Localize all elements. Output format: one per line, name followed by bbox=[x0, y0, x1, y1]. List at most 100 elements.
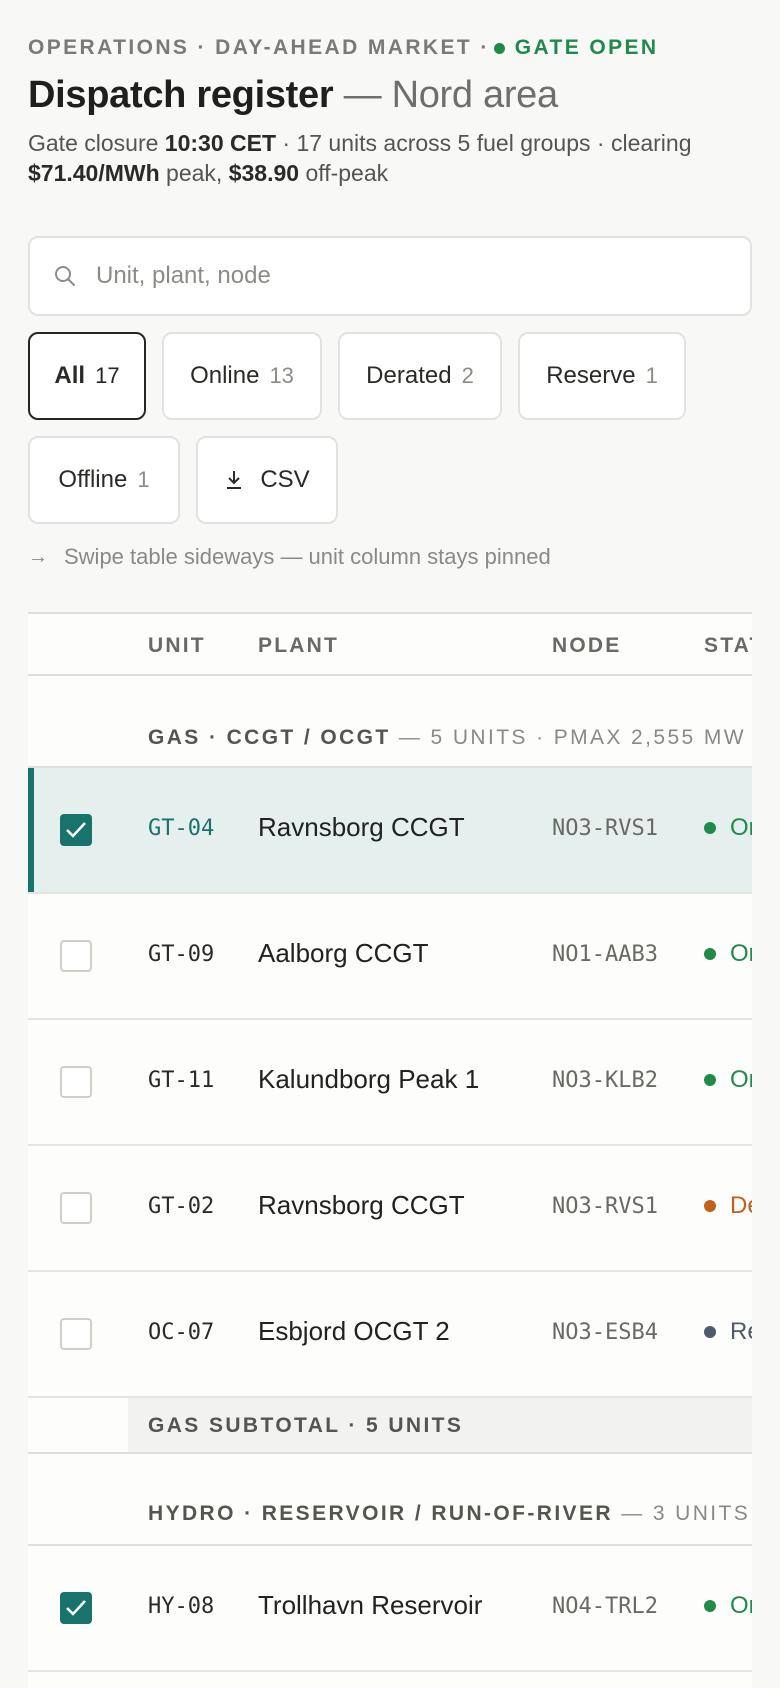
search-input[interactable] bbox=[96, 262, 696, 290]
arrow-right-icon: → bbox=[28, 545, 48, 568]
status-dot bbox=[704, 1074, 716, 1086]
status-text: Derated bbox=[730, 1192, 752, 1219]
unit-id[interactable]: GT-09 bbox=[148, 942, 214, 967]
status-badge: Online bbox=[704, 1066, 752, 1094]
breadcrumb: OPERATIONS · DAY-AHEAD MARKET · GATE OPE… bbox=[28, 36, 659, 60]
status-badge: Reserve bbox=[704, 1318, 752, 1346]
group-label: GAS · CCGT / OCGT — 5 UNITS · PMAX 2,555… bbox=[148, 726, 752, 750]
page-title: Dispatch register — Nord area bbox=[28, 74, 558, 117]
filter-count: 2 bbox=[461, 363, 474, 388]
plant-name: Aalborg CCGT bbox=[258, 938, 429, 968]
unit-id[interactable]: GT-04 bbox=[148, 816, 214, 841]
search-box[interactable] bbox=[28, 236, 752, 316]
gate-status-dot bbox=[493, 42, 505, 54]
market-summary: Gate closure 10:30 CET · 17 units across… bbox=[28, 128, 748, 188]
plant-name: Kalundborg Peak 1 bbox=[258, 1064, 480, 1094]
unit-id[interactable]: HY-08 bbox=[148, 1594, 214, 1619]
filter-label: Online bbox=[190, 362, 260, 389]
status-text: Online bbox=[730, 1592, 752, 1619]
column-header-node[interactable]: NODE bbox=[552, 634, 621, 658]
node-id: NO3-ESB4 bbox=[552, 1320, 658, 1345]
unit-id[interactable]: GT-11 bbox=[148, 1068, 214, 1093]
page-title-area: — Nord area bbox=[343, 74, 559, 116]
row-checkbox[interactable] bbox=[60, 1192, 92, 1224]
group-header-hydro: HYDRO · RESERVOIR / RUN-OF-RIVER — 3 UNI… bbox=[28, 1454, 752, 1546]
csv-export-button[interactable]: CSV bbox=[196, 436, 338, 524]
page-title-main: Dispatch register bbox=[28, 74, 334, 116]
plant-name: Esbjord OCGT 2 bbox=[258, 1316, 450, 1346]
plant-name: Trollhavn Reservoir bbox=[258, 1590, 483, 1620]
plant-name: Ravnsborg CCGT bbox=[258, 812, 465, 842]
filter-chip-derated[interactable]: Derated 2 bbox=[338, 332, 502, 420]
status-text: Online bbox=[730, 1066, 752, 1093]
filter-chip-reserve[interactable]: Reserve 1 bbox=[518, 332, 686, 420]
gate-status: GATE OPEN bbox=[514, 36, 659, 59]
status-text: Online bbox=[730, 814, 752, 841]
status-badge: Online bbox=[704, 814, 752, 842]
unit-id[interactable]: OC-07 bbox=[148, 1320, 214, 1345]
dispatch-table[interactable]: UNIT PLANT NODE STATUS GAS · CCGT / OCGT… bbox=[28, 612, 752, 1688]
status-dot bbox=[704, 822, 716, 834]
unit-id[interactable]: GT-02 bbox=[148, 1194, 214, 1219]
breadcrumb-text: OPERATIONS · DAY-AHEAD MARKET · bbox=[28, 36, 490, 59]
row-checkbox[interactable] bbox=[60, 1318, 92, 1350]
status-text: Online bbox=[730, 940, 752, 967]
node-id: NO4-TRL2 bbox=[552, 1594, 658, 1619]
filter-chip-online[interactable]: Online 13 bbox=[162, 332, 322, 420]
row-checkbox[interactable] bbox=[60, 1592, 92, 1624]
group-name: HYDRO · RESERVOIR / RUN-OF-RIVER bbox=[148, 1502, 613, 1525]
row-checkbox[interactable] bbox=[60, 1066, 92, 1098]
check-icon bbox=[66, 1600, 86, 1616]
peak-price: $71.40/MWh bbox=[28, 160, 160, 186]
group-header-gas: GAS · CCGT / OCGT — 5 UNITS · PMAX 2,555… bbox=[28, 676, 752, 768]
filter-count: 17 bbox=[95, 363, 120, 388]
filter-label: All bbox=[54, 362, 86, 389]
filter-chip-all[interactable]: All 17 bbox=[28, 332, 146, 420]
row-checkbox[interactable] bbox=[60, 814, 92, 846]
status-dot bbox=[704, 1200, 716, 1212]
node-id: NO3-KLB2 bbox=[552, 1068, 658, 1093]
group-meta: — 5 UNITS · PMAX 2,555 MW · bbox=[398, 726, 752, 749]
summary-text-4: off-peak bbox=[299, 160, 389, 186]
filter-count: 1 bbox=[645, 363, 658, 388]
table-row[interactable]: GT-09 Aalborg CCGT NO1-AAB3 Online bbox=[28, 894, 752, 1020]
gate-closure-time: 10:30 CET bbox=[164, 130, 277, 156]
status-dot bbox=[704, 1326, 716, 1338]
node-id: NO3-RVS1 bbox=[552, 1194, 658, 1219]
summary-text-3: peak, bbox=[159, 160, 229, 186]
group-subtotal-gas: GAS SUBTOTAL · 5 UNITS bbox=[28, 1398, 752, 1454]
scroll-hint-text: Swipe table sideways — unit column stays… bbox=[64, 544, 551, 569]
group-name: GAS · CCGT / OCGT bbox=[148, 726, 391, 749]
filter-label: Offline bbox=[58, 466, 128, 493]
table-row[interactable]: GT-04 Ravnsborg CCGT NO3-RVS1 Online bbox=[28, 768, 752, 894]
table-row[interactable]: OC-07 Esbjord OCGT 2 NO3-ESB4 Reserve bbox=[28, 1272, 752, 1398]
status-badge: Online bbox=[704, 940, 752, 968]
column-header-plant[interactable]: PLANT bbox=[258, 634, 339, 658]
subtotal-label: GAS SUBTOTAL · 5 UNITS bbox=[148, 1414, 464, 1437]
column-header-status[interactable]: STATUS bbox=[704, 634, 752, 658]
status-text: Reserve bbox=[730, 1318, 752, 1345]
status-badge: Derated bbox=[704, 1192, 752, 1220]
filter-chip-offline[interactable]: Offline 1 bbox=[28, 436, 180, 524]
plant-name: Ravnsborg CCGT bbox=[258, 1190, 465, 1220]
table-row[interactable]: GT-11 Kalundborg Peak 1 NO3-KLB2 Online bbox=[28, 1020, 752, 1146]
group-meta: — 3 UNITS · bbox=[621, 1502, 752, 1525]
node-id: NO1-AAB3 bbox=[552, 942, 658, 967]
column-header-unit[interactable]: UNIT bbox=[148, 634, 206, 658]
status-dot bbox=[704, 948, 716, 960]
status-dot bbox=[704, 1600, 716, 1612]
status-badge: Online bbox=[704, 1592, 752, 1620]
search-icon bbox=[55, 266, 75, 286]
offpeak-price: $38.90 bbox=[228, 160, 300, 186]
summary-text-2: · 17 units across 5 fuel groups · cleari… bbox=[276, 130, 692, 156]
filter-label: Derated bbox=[366, 362, 452, 389]
filter-label: Reserve bbox=[546, 362, 636, 389]
table-header: UNIT PLANT NODE STATUS bbox=[28, 614, 752, 676]
table-row[interactable]: HY-08 Trollhavn Reservoir NO4-TRL2 Onlin… bbox=[28, 1546, 752, 1672]
check-icon bbox=[66, 822, 86, 838]
download-icon bbox=[227, 471, 242, 489]
row-checkbox[interactable] bbox=[60, 940, 92, 972]
filter-count: 13 bbox=[269, 363, 294, 388]
table-row[interactable]: GT-02 Ravnsborg CCGT NO3-RVS1 Derated bbox=[28, 1146, 752, 1272]
scroll-hint: → Swipe table sideways — unit column sta… bbox=[28, 544, 551, 570]
